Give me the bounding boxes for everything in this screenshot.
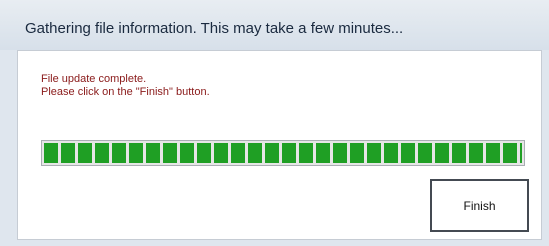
status-text: Gathering file information. This may tak… [25, 20, 404, 37]
finish-button[interactable]: Finish [430, 179, 529, 232]
dialog-content: File update complete. Please click on th… [17, 50, 542, 240]
progress-bar [41, 140, 525, 166]
completion-message: File update complete. Please click on th… [41, 73, 210, 99]
installer-dialog: Gathering file information. This may tak… [0, 0, 549, 246]
message-line-1: File update complete. [41, 73, 147, 85]
progress-fill [44, 143, 522, 163]
message-line-2: Please click on the "Finish" button. [41, 86, 210, 98]
dialog-header: Gathering file information. This may tak… [0, 0, 549, 50]
